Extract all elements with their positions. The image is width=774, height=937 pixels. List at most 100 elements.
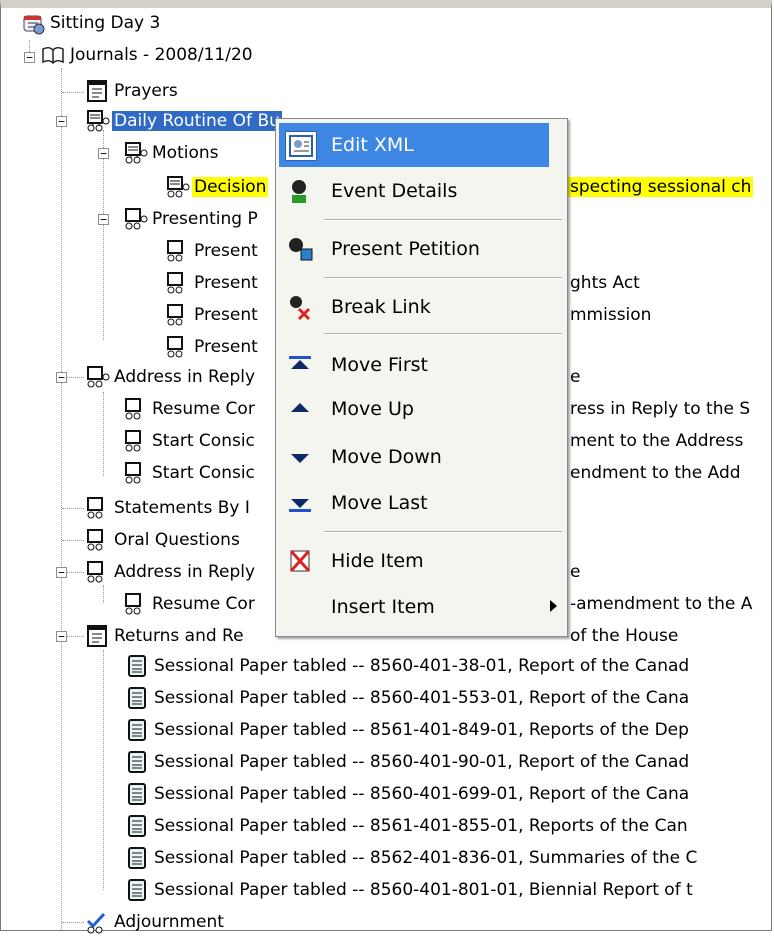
network-icon — [87, 110, 110, 132]
book-icon — [42, 46, 64, 65]
context-menu: Edit XML Event Details Present Petition … — [275, 118, 568, 637]
tree-node-sessional-paper[interactable]: Sessional Paper tabled -- 8560-401-38-01… — [124, 651, 691, 681]
tree-node-sessional-paper[interactable]: Sessional Paper tabled -- 8560-401-553-0… — [124, 683, 691, 713]
tree-label: Resume Cor — [152, 594, 255, 614]
tree-node-present[interactable]: Present — [164, 236, 260, 266]
menu-separator — [324, 333, 562, 335]
tree-node-start-consideration[interactable]: Start Consic — [122, 458, 257, 488]
network-icon — [87, 561, 103, 583]
tree-node-overflow[interactable]: ress in Reply to the S — [568, 394, 752, 424]
menu-item-edit-xml[interactable]: Edit XML — [279, 123, 549, 167]
tree-node-sessional-paper[interactable]: Sessional Paper tabled -- 8560-401-801-0… — [124, 875, 695, 905]
tree-node-sessional-paper[interactable]: Sessional Paper tabled -- 8561-401-855-0… — [124, 811, 690, 841]
tree-node-returns-reports[interactable]: Returns and Re — [84, 621, 246, 651]
collapse-toggle[interactable]: − — [56, 372, 67, 383]
tree-label: Sessional Paper tabled -- 8560-401-553-0… — [154, 688, 690, 708]
menu-item-event-details[interactable]: Event Details — [279, 169, 549, 213]
tree-label: mmission — [570, 305, 652, 325]
tree-label: specting sessional ch — [568, 177, 754, 197]
menu-item-label: Insert Item — [331, 596, 435, 618]
tree-label: Journals - 2008/11/20 — [70, 45, 253, 65]
menu-item-move-last[interactable]: Move Last — [279, 481, 549, 525]
tree-node-decision[interactable]: Decision — [164, 172, 269, 202]
paper-icon — [128, 655, 146, 677]
submenu-arrow-icon — [550, 600, 557, 612]
tree-node-presenting-petitions[interactable]: Presenting P — [122, 204, 260, 234]
menu-item-move-first[interactable]: Move First — [279, 343, 549, 387]
menu-item-present-petition[interactable]: Present Petition — [279, 227, 549, 271]
menu-item-label: Move First — [331, 354, 428, 376]
xml-edit-icon — [285, 131, 317, 161]
paper-icon — [128, 687, 146, 709]
tree-node-sessional-paper[interactable]: Sessional Paper tabled -- 8560-401-699-0… — [124, 779, 691, 809]
collapse-toggle[interactable]: − — [98, 148, 109, 159]
tree-root-label: Sitting Day 3 — [50, 13, 161, 33]
tree-line — [67, 636, 84, 637]
menu-item-move-down[interactable]: Move Down — [279, 435, 549, 479]
network-icon — [167, 240, 183, 262]
tree-label: Sessional Paper tabled -- 8562-401-836-0… — [154, 848, 698, 868]
paper-icon — [128, 783, 146, 805]
tree-node-daily-routine[interactable]: Daily Routine Of Bu — [84, 106, 282, 136]
tree-node-motions[interactable]: Motions — [122, 138, 221, 168]
collapse-toggle[interactable]: − — [56, 631, 67, 642]
tree-label: Address in Reply — [114, 562, 256, 582]
tree-node-overflow[interactable]: e — [568, 362, 582, 392]
tree-node-address-in-reply[interactable]: Address in Reply — [84, 362, 257, 392]
tree-node-overflow[interactable]: e — [568, 557, 582, 587]
network-icon — [87, 366, 110, 388]
tree-node-statements[interactable]: Statements By I — [84, 493, 252, 523]
menu-item-move-up[interactable]: Move Up — [279, 387, 549, 431]
tree-label: Oral Questions — [114, 530, 240, 550]
menu-item-label: Move Up — [331, 398, 414, 420]
tree-node-decision-overflow[interactable]: specting sessional ch — [568, 172, 754, 202]
tree-node-resume-consideration[interactable]: Resume Cor — [122, 589, 257, 619]
collapse-toggle[interactable]: − — [24, 52, 35, 63]
menu-separator — [324, 277, 562, 279]
tree-label: Address in Reply — [114, 367, 256, 387]
tree-node-prayers[interactable]: Prayers — [84, 76, 180, 106]
tree-node-overflow[interactable]: ment to the Address — [568, 426, 745, 456]
menu-item-break-link[interactable]: Break Link — [279, 285, 549, 329]
tree-line — [103, 130, 104, 340]
collapse-toggle[interactable]: − — [56, 116, 67, 127]
tree-node-journal[interactable]: Journals - 2008/11/20 — [40, 40, 255, 70]
tree-root-node[interactable]: Sitting Day 3 — [20, 8, 162, 38]
tree-node-present[interactable]: Present — [164, 268, 260, 298]
checkmark-network-icon — [86, 912, 106, 934]
tree-label: Returns and Re — [114, 626, 244, 646]
tree-node-start-consideration[interactable]: Start Consic — [122, 426, 257, 456]
tree-node-oral-questions[interactable]: Oral Questions — [84, 525, 242, 555]
collapse-toggle[interactable]: − — [98, 214, 109, 225]
tree-node-overflow[interactable]: endment to the Add — [568, 458, 743, 488]
tree-node-sessional-paper[interactable]: Sessional Paper tabled -- 8562-401-836-0… — [124, 843, 699, 873]
tree-label: Present — [194, 337, 258, 357]
menu-item-insert-item[interactable]: Insert Item — [279, 585, 557, 629]
tree-label: Motions — [152, 143, 219, 163]
tree-label: Start Consic — [152, 431, 255, 451]
tree-label: Statements By I — [114, 498, 250, 518]
menu-separator — [324, 219, 562, 221]
collapse-toggle[interactable]: − — [56, 567, 67, 578]
tree-node-sessional-paper[interactable]: Sessional Paper tabled -- 8561-401-849-0… — [124, 715, 691, 745]
tree-node-overflow[interactable]: -amendment to the A — [568, 589, 754, 619]
menu-separator — [324, 531, 562, 533]
tree-node-address-in-reply[interactable]: Address in Reply — [84, 557, 257, 587]
network-icon — [87, 497, 103, 519]
menu-item-hide-item[interactable]: Hide Item — [279, 539, 549, 583]
tree-line — [67, 377, 84, 378]
tree-node-overflow[interactable]: mmission — [568, 300, 653, 330]
tree-node-resume-consideration[interactable]: Resume Cor — [122, 394, 257, 424]
network-icon — [87, 529, 103, 551]
menu-item-label: Break Link — [331, 296, 431, 318]
tree-line — [103, 585, 104, 603]
tree-label: Adjournment — [114, 912, 224, 932]
tree-node-present[interactable]: Present — [164, 332, 260, 362]
petition-icon — [289, 238, 313, 261]
tree-node-overflow[interactable]: ghts Act — [568, 268, 642, 298]
tree-node-overflow[interactable]: of the House — [568, 621, 680, 651]
tree-node-present[interactable]: Present — [164, 300, 260, 330]
document-icon — [87, 625, 107, 647]
tree-node-sessional-paper[interactable]: Sessional Paper tabled -- 8560-401-90-01… — [124, 747, 691, 777]
paper-icon — [128, 815, 146, 837]
